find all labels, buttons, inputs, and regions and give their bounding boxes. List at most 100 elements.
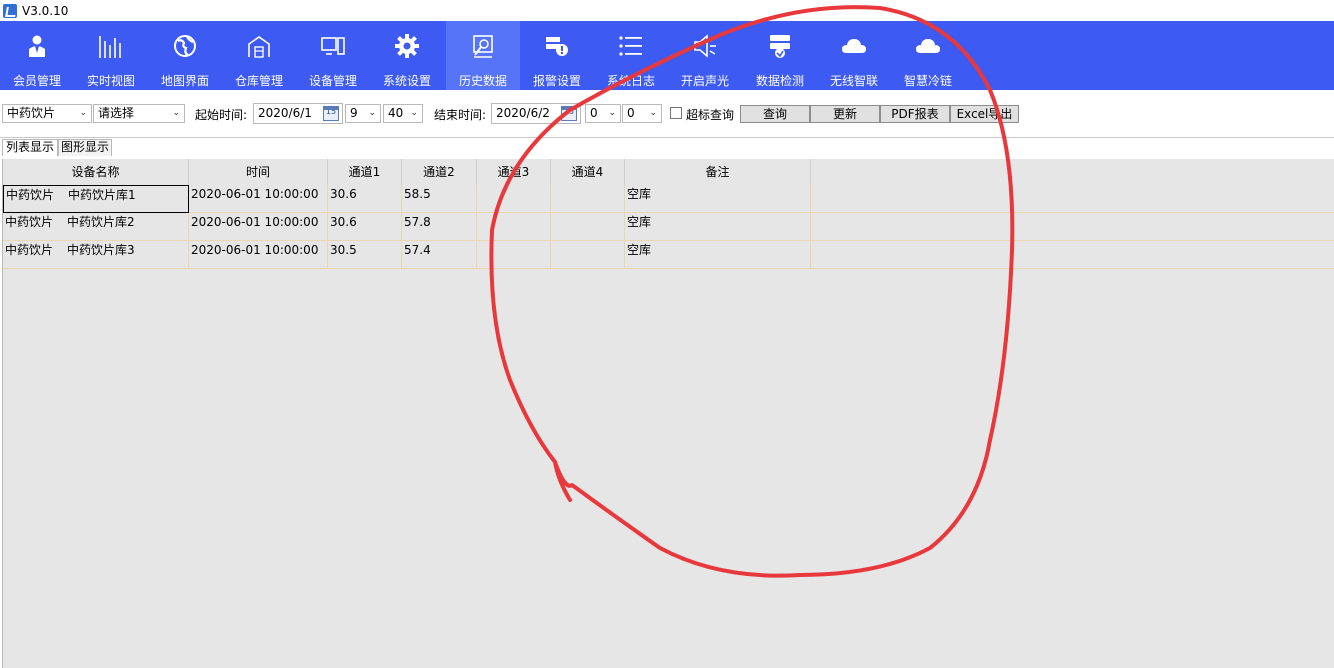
tab-list-view[interactable]: 列表显示 (2, 139, 58, 156)
end-date-picker[interactable]: 2020/6/2 15 (491, 103, 581, 124)
ch2-cell[interactable]: 58.5 (402, 185, 477, 213)
time-cell[interactable]: 2020-06-01 10:00:00 (189, 213, 328, 241)
calendar-icon[interactable]: 15 (323, 106, 339, 121)
ch4-cell[interactable] (551, 241, 625, 269)
column-header-device[interactable]: 设备名称 (3, 159, 189, 185)
app-logo-icon (3, 3, 17, 18)
device-name: 中药饮片 (5, 243, 54, 257)
speaker-icon (694, 34, 716, 58)
start-date-picker[interactable]: 2020/6/1 15 (253, 103, 343, 124)
ch3-cell[interactable] (477, 213, 551, 241)
column-header-time[interactable]: 时间 (189, 159, 328, 185)
time-cell[interactable]: 2020-06-01 10:00:00 (189, 185, 328, 213)
ch1-cell[interactable]: 30.5 (328, 241, 402, 269)
query-button[interactable]: 查询 (740, 105, 810, 123)
alarm-icon (546, 37, 568, 56)
toolbar-label: 系统日志 (606, 74, 655, 88)
end-hour-value: 0 (590, 106, 598, 120)
toolbar-label: 实时视图 (86, 74, 135, 88)
calendar-day: 15 (563, 107, 575, 116)
end-minute-select[interactable]: 0 ⌄ (622, 104, 662, 123)
device-name: 中药饮片 (5, 215, 54, 229)
warehouse-select[interactable]: 请选择 ⌄ (93, 104, 185, 123)
table-row[interactable]: 中药饮片 中药饮片库2 2020-06-01 10:00:00 30.6 57.8… (3, 213, 1334, 241)
excel-export-button[interactable]: Excel导出 (950, 105, 1019, 123)
time-cell[interactable]: 2020-06-01 10:00:00 (189, 241, 328, 269)
cloud-icon (916, 39, 940, 53)
toolbar-label: 仓库管理 (234, 74, 283, 88)
ch1-cell[interactable]: 30.6 (328, 185, 402, 213)
toolbar-label: 系统设置 (382, 74, 431, 88)
table-row[interactable]: 中药饮片 中药饮片库1 2020-06-01 10:00:00 30.6 58.5… (3, 185, 1334, 213)
column-header-ch1[interactable]: 通道1 (328, 159, 402, 185)
column-header-ch2[interactable]: 通道2 (402, 159, 477, 185)
toolbar-label: 会员管理 (12, 74, 61, 88)
warehouse-icon (248, 36, 270, 58)
note-cell[interactable]: 空库 (625, 213, 811, 241)
ch2-cell[interactable]: 57.4 (402, 241, 477, 269)
chevron-down-icon: ⌄ (410, 108, 418, 118)
gear-icon (395, 34, 419, 58)
toolbar-realtime-button[interactable]: 实时视图 (74, 21, 148, 90)
toolbar-log-button[interactable]: 系统日志 (594, 21, 668, 90)
start-minute-value: 40 (388, 106, 404, 120)
toolbar-warehouse-button[interactable]: 仓库管理 (222, 21, 296, 90)
column-header-ch3[interactable]: 通道3 (477, 159, 551, 185)
over-limit-checkbox[interactable] (670, 107, 682, 119)
start-hour-value: 9 (350, 106, 358, 120)
ch3-cell[interactable] (477, 185, 551, 213)
toolbar-wireless-button[interactable]: 无线智联 (817, 21, 891, 90)
toolbar-datacheck-button[interactable]: 数据检测 (743, 21, 817, 90)
note-cell[interactable]: 空库 (625, 185, 811, 213)
chevron-down-icon: ⌄ (172, 108, 180, 118)
device-cell[interactable]: 中药饮片 中药饮片库2 (3, 213, 189, 241)
ch2-cell[interactable]: 57.8 (402, 213, 477, 241)
realtime-chart-icon (99, 36, 121, 58)
column-header-ch4[interactable]: 通道4 (551, 159, 625, 185)
toolbar-coldchain-button[interactable]: 智慧冷链 (891, 21, 965, 90)
chevron-down-icon: ⌄ (79, 108, 87, 118)
toolbar-sound-button[interactable]: 开启声光 (668, 21, 742, 90)
device-cell[interactable]: 中药饮片 中药饮片库3 (3, 241, 189, 269)
history-data-grid: 设备名称 时间 通道1 通道2 通道3 通道4 备注 中药饮片 中药饮片库1 20… (2, 159, 1334, 668)
tab-divider (0, 137, 1334, 138)
history-icon (473, 35, 493, 58)
end-hour-select[interactable]: 0 ⌄ (585, 104, 621, 123)
device-select[interactable]: 中药饮片 ⌄ (2, 104, 92, 123)
tab-chart-view[interactable]: 图形显示 (58, 139, 112, 156)
toolbar-label: 设备管理 (308, 74, 357, 88)
warehouse-select-value: 请选择 (98, 106, 135, 120)
start-minute-select[interactable]: 40 ⌄ (383, 104, 423, 123)
device-cell[interactable]: 中药饮片 中药饮片库1 (3, 185, 189, 213)
app-version: V3.0.10 (22, 3, 69, 18)
toolbar-label: 智慧冷链 (903, 74, 952, 88)
warehouse-name: 中药饮片库3 (67, 243, 135, 257)
toolbar-label: 无线智联 (829, 74, 878, 88)
toolbar-device-button[interactable]: 设备管理 (296, 21, 370, 90)
warehouse-name: 中药饮片库2 (67, 215, 135, 229)
end-minute-value: 0 (627, 106, 635, 120)
table-row[interactable]: 中药饮片 中药饮片库3 2020-06-01 10:00:00 30.5 57.4… (3, 241, 1334, 269)
ch4-cell[interactable] (551, 213, 625, 241)
pdf-report-button[interactable]: PDF报表 (880, 105, 950, 123)
ch4-cell[interactable] (551, 185, 625, 213)
main-toolbar: 会员管理 实时视图 地图界面 仓库管理 设备管理 系统设置 历史数据 报警设置 … (0, 21, 1334, 90)
ch3-cell[interactable] (477, 241, 551, 269)
note-cell[interactable]: 空库 (625, 241, 811, 269)
column-header-note[interactable]: 备注 (625, 159, 811, 185)
start-date-value: 2020/6/1 (258, 106, 312, 120)
toolbar-history-button[interactable]: 历史数据 (446, 21, 520, 90)
ch1-cell[interactable]: 30.6 (328, 213, 402, 241)
toolbar-settings-button[interactable]: 系统设置 (370, 21, 444, 90)
toolbar-label: 历史数据 (458, 74, 507, 88)
member-icon (29, 35, 45, 57)
device-select-value: 中药饮片 (7, 106, 56, 120)
cloud-icon (842, 39, 866, 53)
calendar-icon[interactable]: 15 (561, 106, 577, 121)
device-name: 中药饮片 (6, 188, 55, 202)
toolbar-map-button[interactable]: 地图界面 (148, 21, 222, 90)
refresh-button[interactable]: 更新 (810, 105, 880, 123)
toolbar-member-button[interactable]: 会员管理 (0, 21, 74, 90)
toolbar-alarm-button[interactable]: 报警设置 (520, 21, 594, 90)
start-hour-select[interactable]: 9 ⌄ (345, 104, 381, 123)
